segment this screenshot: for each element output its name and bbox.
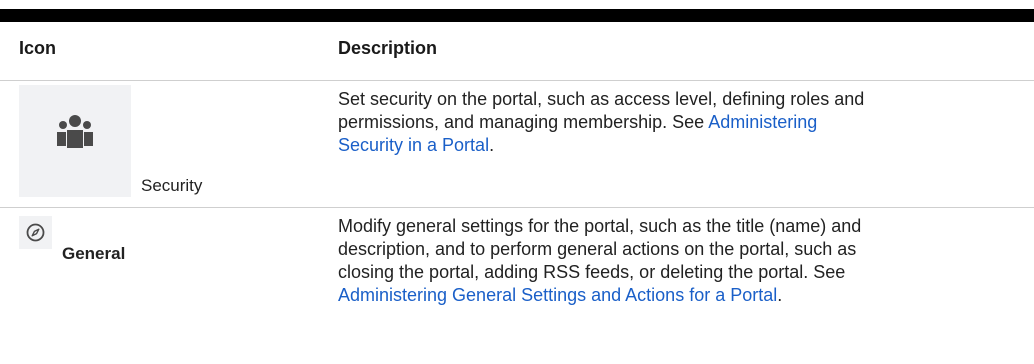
table-row-general: General Modify general settings for the … [0,208,1034,361]
administering-general-settings-link[interactable]: Administering General Settings and Actio… [338,285,777,305]
general-description-suffix: . [777,285,783,305]
column-header-icon: Icon [19,38,57,58]
settings-table: Icon Description Security Set security o… [0,22,1034,361]
general-description: Modify general settings for the portal, … [338,215,878,307]
column-header-description: Description [338,38,438,58]
table-row-security: Security Set security on the portal, suc… [0,81,1034,208]
top-rule [0,9,1034,22]
people-icon [57,115,93,148]
security-description-suffix: . [489,135,495,155]
general-icon-tile [19,216,52,249]
security-caption: Security [141,176,203,195]
table-header-row: Icon Description [0,22,1034,81]
compass-icon [26,223,45,242]
general-description-text: Modify general settings for the portal, … [338,216,862,282]
security-icon-tile [19,85,131,197]
general-caption: General [62,244,126,263]
security-description: Set security on the portal, such as acce… [338,88,878,157]
